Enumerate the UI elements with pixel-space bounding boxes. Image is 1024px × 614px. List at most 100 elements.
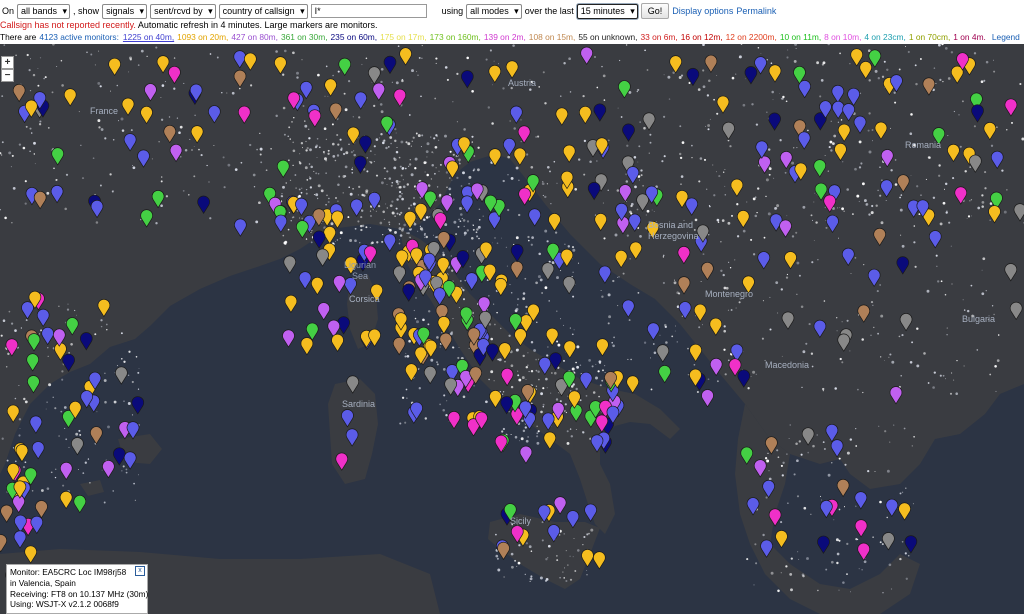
- city-light: [640, 174, 643, 177]
- city-light: [738, 55, 742, 59]
- city-light: [709, 205, 711, 208]
- city-light: [351, 171, 354, 174]
- city-light: [596, 86, 599, 89]
- city-light: [586, 574, 588, 576]
- band-count-item: 361 on 30m,: [280, 32, 328, 42]
- city-light: [520, 141, 522, 143]
- city-light: [566, 430, 569, 433]
- zoom-out-button[interactable]: −: [1, 69, 14, 82]
- bands-select[interactable]: all bands: [17, 3, 71, 19]
- popup-close-button[interactable]: x: [135, 566, 145, 576]
- active-monitors-link[interactable]: 4123 active monitors:: [39, 32, 119, 42]
- city-light: [418, 56, 421, 59]
- city-light: [868, 150, 872, 154]
- city-light: [494, 323, 496, 326]
- city-light: [984, 187, 987, 190]
- city-light: [112, 138, 115, 141]
- city-light: [137, 64, 140, 66]
- city-light: [48, 383, 52, 387]
- city-light: [601, 65, 603, 68]
- city-light: [744, 78, 746, 80]
- city-light: [92, 157, 95, 160]
- city-light: [539, 278, 543, 282]
- city-light: [687, 374, 690, 376]
- city-light: [785, 100, 788, 103]
- city-light: [720, 241, 722, 243]
- city-light: [803, 506, 807, 510]
- city-light: [945, 211, 948, 214]
- city-light: [541, 292, 543, 294]
- city-light: [868, 112, 871, 115]
- city-light: [525, 365, 529, 369]
- city-light: [25, 319, 28, 322]
- city-light: [872, 140, 873, 142]
- city-light: [723, 329, 726, 333]
- city-light: [473, 384, 475, 387]
- city-light: [337, 183, 340, 186]
- city-light: [394, 127, 397, 131]
- city-light: [668, 98, 671, 100]
- city-light: [436, 363, 439, 366]
- city-light: [618, 59, 621, 62]
- city-light: [738, 301, 741, 304]
- city-light: [617, 276, 618, 278]
- sent-rcvd-select[interactable]: sent/rcvd by: [150, 3, 216, 19]
- city-light: [365, 226, 368, 229]
- legend-link[interactable]: Legend: [992, 32, 1020, 42]
- city-light: [380, 67, 384, 71]
- country-select[interactable]: country of callsign: [218, 3, 308, 19]
- city-light: [602, 74, 606, 78]
- city-light: [253, 186, 256, 188]
- map-view[interactable]: France Austria Romania Ligurian Sea Bosn…: [0, 44, 1024, 614]
- city-light: [550, 392, 552, 394]
- permalink-link[interactable]: Permalink: [736, 6, 776, 16]
- city-light: [373, 104, 376, 108]
- city-light: [938, 174, 941, 177]
- city-light: [891, 360, 895, 364]
- city-light: [366, 157, 368, 159]
- popup-receiving-line: Receiving: FT8 on 10.137 MHz (30m): [10, 588, 149, 599]
- city-light: [487, 106, 490, 109]
- city-light: [284, 240, 288, 244]
- go-button[interactable]: Go!: [640, 3, 670, 19]
- city-light: [354, 227, 357, 230]
- city-light: [832, 142, 835, 145]
- map-canvas[interactable]: [0, 44, 1024, 614]
- city-light: [120, 117, 124, 121]
- city-light: [282, 106, 286, 110]
- city-light: [702, 69, 705, 72]
- city-light: [369, 214, 373, 218]
- display-options-link[interactable]: Display options: [672, 6, 733, 16]
- using-label: using: [441, 6, 464, 16]
- city-light: [351, 168, 353, 171]
- modes-select[interactable]: all modes: [466, 3, 522, 19]
- city-light: [467, 250, 468, 252]
- city-light: [316, 137, 319, 140]
- city-light: [861, 569, 863, 571]
- city-light: [94, 64, 96, 66]
- city-light: [418, 387, 421, 390]
- city-light: [700, 281, 702, 282]
- city-light: [460, 185, 463, 187]
- city-light: [872, 304, 874, 306]
- city-light: [768, 173, 771, 176]
- city-light: [724, 194, 727, 196]
- time-select[interactable]: 15 minutes: [576, 3, 638, 19]
- callsign-input[interactable]: I*: [310, 4, 427, 18]
- city-light: [762, 533, 765, 537]
- city-light: [797, 551, 799, 553]
- signals-select[interactable]: signals: [102, 3, 148, 19]
- city-light: [24, 400, 28, 404]
- city-light: [556, 555, 558, 557]
- city-light: [786, 215, 788, 217]
- city-light: [697, 88, 701, 91]
- city-light: [434, 172, 436, 175]
- zoom-in-button[interactable]: +: [1, 56, 14, 69]
- city-light: [973, 52, 977, 55]
- city-light: [412, 202, 416, 206]
- city-light: [337, 70, 340, 73]
- city-light: [944, 293, 947, 296]
- city-light: [678, 152, 682, 156]
- city-light: [649, 141, 652, 144]
- city-light: [880, 356, 882, 358]
